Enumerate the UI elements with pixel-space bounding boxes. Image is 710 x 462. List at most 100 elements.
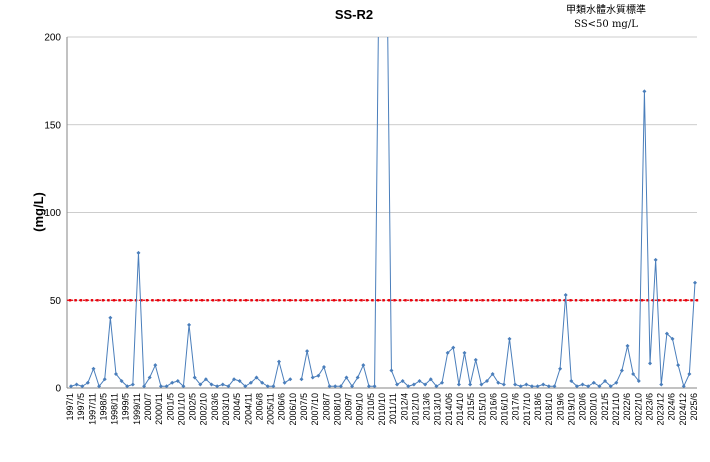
y-tick-label: 150 [44, 120, 61, 131]
standard-marker [585, 299, 589, 302]
standard-annotation-line-1: 甲類水體水質標準 [566, 3, 646, 16]
standard-marker [129, 299, 132, 302]
x-tick-label: 2002/5 [188, 393, 198, 421]
x-tick-label: 2020/10 [589, 393, 599, 426]
x-tick-label: 2003/6 [210, 393, 220, 421]
standard-marker [437, 299, 440, 302]
x-tick-label: 2012/10 [410, 393, 420, 426]
standard-marker [602, 299, 605, 302]
data-point [501, 382, 506, 387]
standard-marker [206, 299, 209, 302]
x-tick-label: 2010/5 [366, 393, 376, 421]
standard-marker [79, 299, 83, 302]
standard-marker [574, 299, 578, 302]
standard-marker [195, 299, 198, 302]
y-tick-label: 100 [44, 208, 61, 219]
standard-marker [167, 299, 171, 302]
x-tick-label: 2025/6 [689, 393, 699, 421]
standard-marker [151, 299, 154, 302]
standard-marker [222, 299, 226, 302]
data-point [541, 382, 546, 387]
standard-marker [448, 299, 451, 302]
x-tick-label: 1999/5 [121, 393, 131, 421]
standard-marker [607, 299, 611, 302]
standard-marker [695, 299, 699, 302]
x-tick-label: 2022/6 [622, 393, 632, 421]
x-tick-label: 2006/10 [288, 393, 298, 426]
standard-marker [519, 299, 523, 302]
x-tick-label: 2023/12 [656, 393, 666, 426]
standard-marker [470, 299, 473, 302]
standard-marker [261, 299, 264, 302]
x-tick-label: 2008/10 [332, 393, 342, 426]
standard-marker [684, 299, 688, 302]
x-tick-label: 2020/6 [578, 393, 588, 421]
data-point [136, 250, 141, 255]
x-tick-label: 2001/5 [165, 393, 175, 421]
standard-marker [233, 299, 237, 302]
x-tick-label: 2013/10 [433, 393, 443, 426]
x-tick-label: 2006/8 [254, 393, 264, 421]
standard-marker [112, 299, 116, 302]
standard-marker [173, 299, 176, 302]
standard-marker [118, 299, 121, 302]
standard-marker [90, 299, 94, 302]
x-tick-label: 2015/10 [477, 393, 487, 426]
x-tick-label: 2015/5 [466, 393, 476, 421]
series-path [70, 37, 696, 388]
standard-marker [541, 299, 545, 302]
standard-marker [536, 299, 539, 302]
standard-marker [178, 299, 182, 302]
standard-marker [547, 299, 550, 302]
standard-marker [354, 299, 358, 302]
x-tick-label: 1998/5 [98, 393, 108, 421]
standard-marker [239, 299, 242, 302]
standard-marker [101, 299, 105, 302]
standard-marker [404, 299, 407, 302]
x-tick-label: 2009/10 [355, 393, 365, 426]
x-tick-label: 2003/10 [221, 393, 231, 426]
standard-marker [327, 299, 330, 302]
standard-marker [145, 299, 149, 302]
chart-title: SS-R2 [335, 7, 373, 22]
standard-marker [668, 299, 671, 302]
series-line [70, 37, 696, 388]
y-tick-label: 50 [50, 296, 62, 307]
standard-marker [679, 299, 682, 302]
x-tick-label: 2017/6 [511, 393, 521, 421]
data-point [277, 359, 281, 364]
data-point [676, 363, 681, 368]
standard-marker [255, 299, 259, 302]
data-point [473, 357, 478, 362]
standard-marker [316, 299, 319, 302]
standard-marker [228, 299, 231, 302]
standard-marker [107, 299, 110, 302]
standard-marker [96, 299, 99, 302]
x-tick-label: 1999/11 [132, 393, 142, 425]
standard-marker [68, 299, 72, 302]
standard-marker [338, 299, 341, 302]
standard-marker [277, 299, 281, 302]
data-point [130, 382, 135, 387]
standard-marker [382, 299, 385, 302]
data-point [625, 343, 630, 348]
standard-marker [305, 299, 308, 302]
standard-marker [486, 299, 490, 302]
standard-marker [162, 299, 165, 302]
standard-marker [569, 299, 572, 302]
standard-annotation-line-2: SS<50 mg/L [574, 19, 638, 30]
y-axis-label: (mg/L) [31, 192, 46, 232]
data-point [220, 382, 225, 387]
x-tick-label: 2021/5 [600, 393, 610, 421]
x-tick-label: 2006/6 [277, 393, 287, 421]
x-tick-label: 2018/6 [533, 393, 543, 421]
standard-marker [123, 299, 127, 302]
data-point [563, 292, 568, 297]
standard-marker [244, 299, 248, 302]
standard-marker [211, 299, 215, 302]
standard-marker [618, 299, 622, 302]
x-tick-label: 2019/10 [566, 393, 576, 426]
standard-marker [453, 299, 457, 302]
standard-marker [420, 299, 424, 302]
x-tick-label: 2000/11 [154, 393, 164, 425]
